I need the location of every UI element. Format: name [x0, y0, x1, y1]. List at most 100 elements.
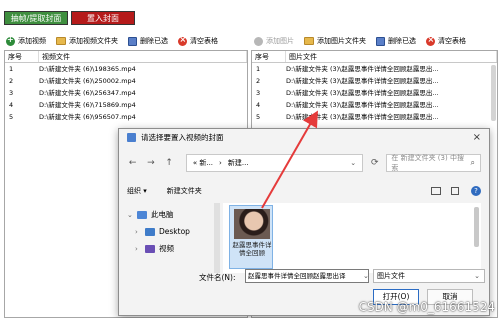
chevron-down-icon[interactable]: ⌄ [350, 159, 356, 167]
up-arrow-icon[interactable]: ↑ [164, 158, 175, 168]
clear-table-label: 清空表格 [190, 37, 218, 45]
preview-pane-icon[interactable] [451, 187, 459, 195]
file-list-scrollbar[interactable] [474, 207, 479, 247]
image-toolbar: 添加图片 添加图片文件夹 删除已选 清空表格 [254, 33, 499, 49]
add-image-label: 添加图片 [266, 37, 294, 45]
videos-folder-icon [145, 244, 155, 253]
tab-extract-cover[interactable]: 抽帧/提取封面 [4, 11, 68, 25]
close-icon[interactable]: × [473, 132, 481, 143]
new-folder-button[interactable]: 新建文件夹 [167, 186, 202, 196]
chevron-right-icon[interactable]: › [135, 228, 145, 236]
table-row[interactable]: 1 D:\新建文件夹 (3)\赵露思事件详情全回顾赵露思出... [252, 63, 497, 75]
row-file: D:\新建文件夹 (3)\赵露思事件详情全回顾赵露思出... [286, 65, 439, 73]
row-index: 3 [9, 89, 14, 97]
navigation-bar: ← → ↑ « 新... › 新建... ⌄ ⟳ 在 新建文件夹 (3) 中搜索… [127, 153, 481, 173]
breadcrumb-current[interactable]: 新建... [228, 158, 249, 168]
folder-icon [304, 37, 314, 45]
refresh-icon[interactable]: ⟳ [369, 158, 380, 168]
table-row[interactable]: 3 D:\新建文件夹 (3)\赵露思事件详情全回顾赵露思出... [252, 87, 497, 99]
table-row[interactable]: 2 D:\新建文件夹 (3)\赵露思事件详情全回顾赵露思出... [252, 75, 497, 87]
row-index: 4 [9, 101, 14, 109]
table-row[interactable]: 3 D:\新建文件夹 (6)\256347.mp4 [5, 87, 247, 99]
table-row[interactable]: 1 D:\新建文件夹 (6)\198365.mp4 [5, 63, 247, 75]
add-image-button[interactable]: 添加图片 [254, 36, 294, 46]
add-video-folder-label: 添加视频文件夹 [69, 37, 118, 45]
row-file: D:\新建文件夹 (6)\956507.mp4 [39, 113, 136, 121]
delete-selected-label: 删除已选 [388, 37, 416, 45]
clear-video-table-button[interactable]: 清空表格 [178, 35, 218, 46]
add-video-folder-button[interactable]: 添加视频文件夹 [56, 36, 118, 46]
breadcrumb-separator: › [219, 159, 222, 167]
column-header-index[interactable]: 序号 [252, 51, 286, 62]
table-header: 序号 图片文件 [252, 51, 497, 63]
watermark: CSDN @m0_61661524 [358, 300, 495, 314]
row-file: D:\新建文件夹 (6)\198365.mp4 [39, 65, 136, 73]
clear-icon [178, 35, 187, 46]
row-file: D:\新建文件夹 (6)\715869.mp4 [39, 101, 136, 109]
forward-arrow-icon[interactable]: → [145, 158, 156, 168]
delete-icon [376, 36, 385, 46]
add-video-button[interactable]: 添加视频 [6, 35, 46, 46]
delete-selected-images-button[interactable]: 删除已选 [376, 36, 416, 46]
computer-icon [137, 210, 147, 219]
breadcrumb-root[interactable]: « 新... [193, 158, 213, 168]
navigation-tree: ⌄ 此电脑 › Desktop › 视频 [127, 206, 215, 272]
search-placeholder: 在 新建文件夹 (3) 中搜索 [391, 154, 464, 172]
vertical-scrollbar[interactable] [491, 65, 496, 121]
add-image-folder-button[interactable]: 添加图片文件夹 [304, 36, 366, 46]
tree-item-this-pc[interactable]: ⌄ 此电脑 [127, 206, 215, 223]
chevron-right-icon[interactable]: › [135, 245, 145, 253]
delete-selected-videos-button[interactable]: 删除已选 [128, 36, 168, 46]
table-row[interactable]: 5 D:\新建文件夹 (6)\956507.mp4 [5, 111, 247, 123]
search-icon: ⌕ [470, 158, 475, 167]
video-toolbar: 添加视频 添加视频文件夹 删除已选 清空表格 [6, 33, 246, 49]
back-arrow-icon[interactable]: ← [127, 158, 138, 168]
row-file: D:\新建文件夹 (3)\赵露思事件详情全回顾赵露思出... [286, 89, 439, 97]
add-icon [6, 35, 15, 46]
row-index: 1 [9, 65, 14, 73]
row-file: D:\新建文件夹 (3)\赵露思事件详情全回顾赵露思出... [286, 113, 439, 121]
command-bar: 组织 ▾ 新建文件夹 ? [127, 184, 481, 198]
view-mode-icon[interactable] [431, 187, 441, 195]
chevron-down-icon[interactable]: ⌄ [363, 272, 369, 280]
table-row[interactable]: 4 D:\新建文件夹 (3)\赵露思事件详情全回顾赵露思出... [252, 99, 497, 111]
clear-image-table-button[interactable]: 清空表格 [426, 35, 466, 46]
view-controls: ? [421, 186, 481, 196]
filetype-select[interactable]: 图片文件 ⌄ [373, 269, 485, 283]
add-video-label: 添加视频 [18, 37, 46, 45]
address-bar[interactable]: « 新... › 新建... ⌄ [185, 154, 364, 172]
tree-item-desktop[interactable]: › Desktop [127, 223, 215, 240]
help-icon[interactable]: ? [471, 186, 481, 196]
tree-scrollbar[interactable] [214, 203, 220, 273]
filetype-value: 图片文件 [377, 272, 405, 280]
table-row[interactable]: 4 D:\新建文件夹 (6)\715869.mp4 [5, 99, 247, 111]
delete-icon [128, 36, 137, 46]
filename-input[interactable]: 赵露思事件详情全回顾赵露思出译 [245, 269, 369, 283]
row-index: 3 [256, 89, 261, 97]
file-thumbnail-selected[interactable]: 赵露思事件详情全回顾 [229, 205, 273, 269]
add-image-folder-label: 添加图片文件夹 [317, 37, 366, 45]
row-index: 2 [9, 77, 14, 85]
tab-insert-cover[interactable]: 置入封面 [71, 11, 135, 25]
desktop-folder-icon [145, 227, 155, 236]
row-index: 5 [9, 113, 14, 121]
column-header-index[interactable]: 序号 [5, 51, 39, 62]
tree-item-videos[interactable]: › 视频 [127, 240, 215, 257]
search-input[interactable]: 在 新建文件夹 (3) 中搜索 ⌕ [386, 154, 481, 172]
column-header-video-file[interactable]: 视频文件 [39, 51, 247, 62]
table-header: 序号 视频文件 [5, 51, 247, 63]
file-list: 赵露思事件详情全回顾 [223, 203, 481, 273]
tree-item-label: Desktop [159, 227, 190, 236]
chevron-down-icon[interactable]: ⌄ [127, 211, 137, 219]
app-icon [127, 133, 136, 142]
clear-table-label: 清空表格 [438, 37, 466, 45]
row-file: D:\新建文件夹 (6)\250002.mp4 [39, 77, 136, 85]
row-file: D:\新建文件夹 (6)\256347.mp4 [39, 89, 136, 97]
row-file: D:\新建文件夹 (3)\赵露思事件详情全回顾赵露思出... [286, 77, 439, 85]
column-header-image-file[interactable]: 图片文件 [286, 51, 497, 62]
filename-label: 文件名(N): [199, 273, 236, 282]
organize-menu[interactable]: 组织 ▾ [127, 186, 147, 196]
row-index: 4 [256, 101, 261, 109]
table-row[interactable]: 2 D:\新建文件夹 (6)\250002.mp4 [5, 75, 247, 87]
table-row[interactable]: 5 D:\新建文件夹 (3)\赵露思事件详情全回顾赵露思出... [252, 111, 497, 123]
